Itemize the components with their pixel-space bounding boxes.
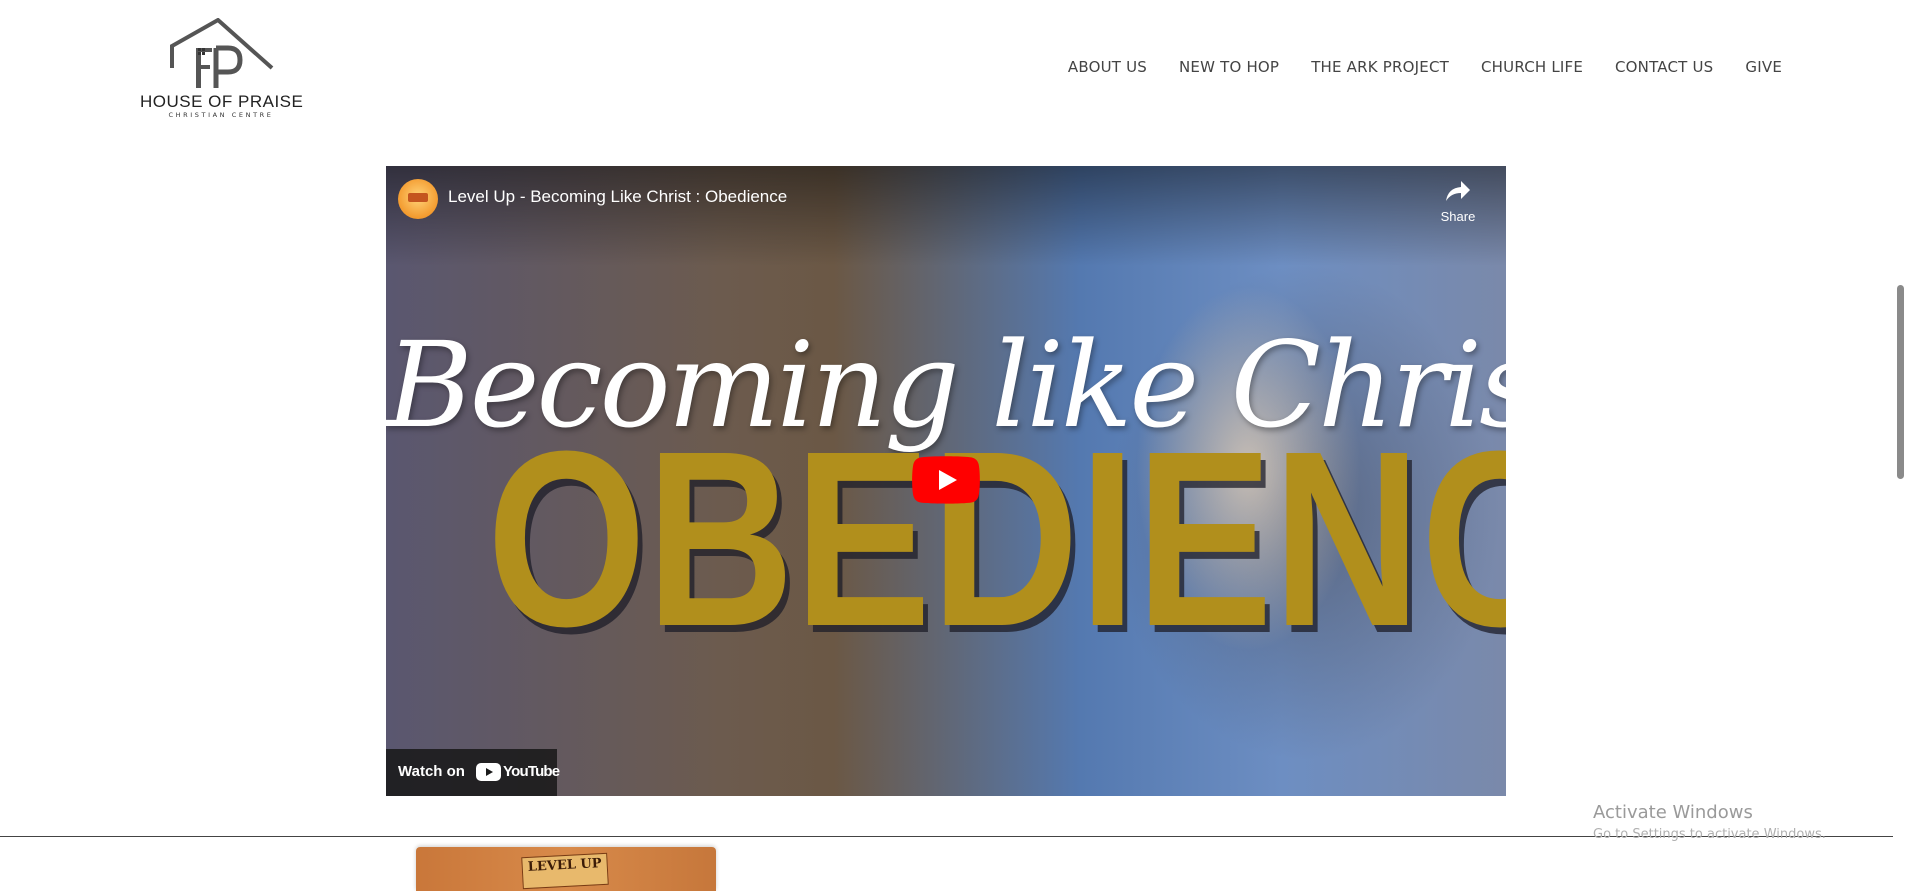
scrollbar-thumb[interactable] bbox=[1897, 285, 1904, 479]
share-button[interactable]: Share bbox=[1438, 180, 1478, 224]
channel-avatar-icon[interactable] bbox=[398, 179, 438, 219]
share-label: Share bbox=[1440, 209, 1476, 224]
video-title[interactable]: Level Up - Becoming Like Christ : Obedie… bbox=[448, 187, 787, 207]
video-top-shade bbox=[386, 166, 1506, 266]
brand-tagline: CHRISTIAN CENTRE bbox=[168, 111, 274, 119]
brand-name: HOUSE OF PRAISE bbox=[140, 92, 304, 111]
watch-on-youtube-button[interactable]: Watch on YouTube bbox=[386, 749, 560, 796]
nav-contact-us[interactable]: CONTACT US bbox=[1615, 58, 1713, 76]
thumbnail-big-text: OBEDIENCE bbox=[486, 399, 1506, 678]
youtube-wordmark: YouTube bbox=[503, 763, 560, 780]
activate-windows-hint: Go to Settings to activate Windows. bbox=[1593, 827, 1826, 842]
youtube-logo-icon bbox=[476, 763, 501, 781]
play-button[interactable] bbox=[912, 456, 980, 504]
next-video-card[interactable]: LEVEL UP bbox=[416, 847, 716, 891]
house-roof-logo-icon bbox=[170, 18, 274, 88]
site-logo[interactable]: HOUSE OF PRAISE CHRISTIAN CENTRE bbox=[140, 18, 304, 122]
share-arrow-icon bbox=[1446, 181, 1470, 201]
watch-on-label: Watch on bbox=[398, 763, 465, 780]
level-up-logo: LEVEL UP bbox=[521, 852, 609, 890]
activate-windows-title: Activate Windows bbox=[1593, 802, 1753, 823]
nav-new-to-hop[interactable]: NEW TO HOP bbox=[1179, 58, 1279, 76]
nav-give[interactable]: GIVE bbox=[1745, 58, 1782, 76]
main-navigation: ABOUT US NEW TO HOP THE ARK PROJECT CHUR… bbox=[1068, 58, 1782, 76]
activate-windows-watermark: Activate Windows Go to Settings to activ… bbox=[1593, 802, 1826, 842]
youtube-play-icon bbox=[912, 456, 980, 504]
nav-about-us[interactable]: ABOUT US bbox=[1068, 58, 1147, 76]
nav-church-life[interactable]: CHURCH LIFE bbox=[1481, 58, 1583, 76]
nav-the-ark-project[interactable]: THE ARK PROJECT bbox=[1311, 58, 1449, 76]
youtube-embed[interactable]: Becoming like Christ: OBEDIENCE Level Up… bbox=[386, 166, 1506, 796]
page-scrollbar[interactable] bbox=[1893, 0, 1907, 891]
